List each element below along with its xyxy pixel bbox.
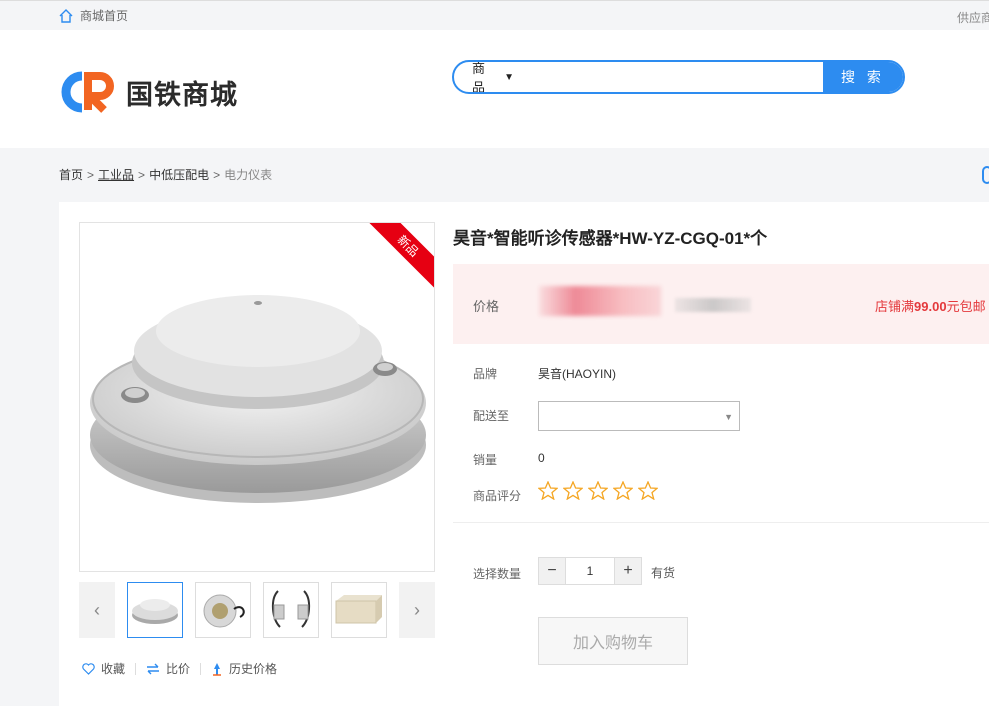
sensor-cable-thumbnail [203,594,245,628]
breadcrumb: 首页 > 工业品 > 中低压配电 > 电力仪表 [59,166,272,183]
thumbnail-prev-button[interactable]: ‹ [79,582,115,638]
caret-down-icon: ▼ [724,412,733,422]
action-divider [135,662,137,675]
breadcrumb-separator: > [138,168,146,182]
site-header: 国铁商城 商品 ▼ 搜 索 [0,30,989,148]
home-icon [59,8,73,23]
favorite-label: 收藏 [101,662,126,676]
quantity-increase-button[interactable]: + [615,558,641,584]
ship-to-label: 配送至 [473,409,510,423]
thumbnail-2[interactable] [195,582,251,638]
star-icon [638,481,658,500]
breadcrumb-current: 电力仪表 [224,168,273,182]
quantity-decrease-button[interactable]: − [539,558,565,584]
sensor-side-thumbnail [272,590,310,628]
search-category-select[interactable]: 商品 ▼ [454,62,514,92]
sensor-box-thumbnail [335,595,382,624]
promo-prefix: 店铺满 [875,299,915,314]
quantity-input[interactable]: 1 [565,558,615,584]
search-button[interactable]: 搜 索 [823,62,903,92]
brand-label: 品牌 [473,367,498,381]
rating-stars [538,481,663,500]
sensor-top-thumbnail [132,599,178,624]
price-history-label: 历史价格 [229,662,278,676]
favorite-button[interactable]: 收藏 [82,660,125,677]
price-box: 价格 店铺满99.00元包邮 [453,264,989,344]
logo-mark-icon [61,71,114,113]
sales-value: 0 [538,451,545,465]
product-photo [90,295,426,503]
site-logo[interactable]: 国铁商城 [60,70,238,114]
price-label: 价格 [473,299,500,314]
free-shipping-promo: 店铺满99.00元包邮 [875,296,986,315]
quantity-stepper: − 1 + [538,557,642,585]
mall-home-label: 商城首页 [80,9,129,23]
product-actions: 收藏 比价 历史价格 [82,660,277,677]
section-divider [453,522,989,523]
rating-label: 商品评分 [473,489,522,503]
top-bar: 商城首页 供应商 [0,0,989,30]
star-icon [613,481,633,500]
thumbnail-1[interactable] [127,582,183,638]
blurred-original-price [675,298,751,312]
breadcrumb-separator: > [213,168,221,182]
price-history-button[interactable]: 历史价格 [211,660,277,677]
product-title: 昊音*智能听诊传感器*HW-YZ-CGQ-01*个 [453,229,768,248]
action-divider [200,662,202,675]
ship-to-select[interactable]: ▼ [538,401,740,431]
thumbnail-next-button[interactable]: › [399,582,435,638]
promo-suffix: 元包邮 [946,299,986,314]
sales-label: 销量 [473,453,498,467]
breadcrumb-industrial[interactable]: 工业品 [98,168,134,182]
swap-arrows-icon [147,663,160,674]
side-tool-icon[interactable] [982,166,989,184]
breadcrumb-home[interactable]: 首页 [59,168,83,182]
stock-status: 有货 [651,566,676,580]
mall-home-link[interactable]: 商城首页 [58,7,128,24]
blurred-price [539,286,661,316]
brand-value[interactable]: 昊音(HAOYIN) [538,365,616,382]
caret-down-icon: ▼ [504,71,514,83]
chevron-right-icon: › [414,599,420,620]
thumbnail-4[interactable] [331,582,387,638]
search-category-label: 商品 [472,61,486,94]
trend-icon [213,662,222,676]
search-bar: 商品 ▼ 搜 索 [452,60,905,94]
promo-amount: 99.00 [914,299,947,314]
add-to-cart-button[interactable]: 加入购物车 [538,617,688,665]
breadcrumb-separator: > [87,168,95,182]
search-input[interactable] [514,62,823,92]
compare-label: 比价 [166,662,191,676]
star-icon [538,481,558,500]
supplier-link[interactable]: 供应商 [957,9,989,26]
star-icon [563,481,583,500]
chevron-left-icon: ‹ [94,599,100,620]
quantity-label: 选择数量 [473,567,522,581]
logo-text: 国铁商城 [126,79,238,111]
thumbnail-3[interactable] [263,582,319,638]
product-main-image[interactable]: 新品 [79,222,435,572]
heart-icon [82,662,95,675]
breadcrumb-power-distribution[interactable]: 中低压配电 [149,168,209,182]
compare-button[interactable]: 比价 [146,660,190,677]
star-icon [588,481,608,500]
